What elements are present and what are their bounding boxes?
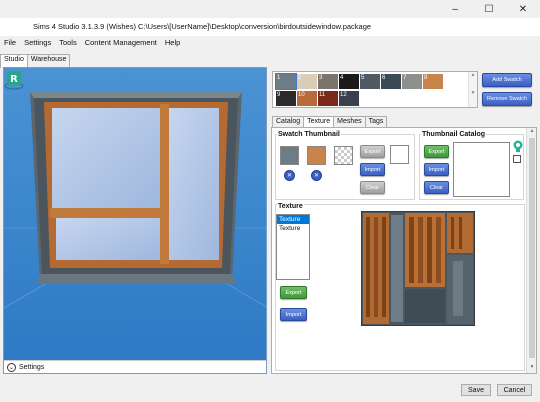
cancel-button[interactable]: Cancel [497,384,532,396]
clear-thumbnail-2-icon[interactable]: ✕ [311,170,322,181]
menu-file[interactable]: File [0,36,20,50]
swatch-7[interactable]: 7 [402,74,422,89]
add-swatch-button[interactable]: Add Swatch [482,73,532,87]
thumbnail-slot-3[interactable] [334,146,353,165]
tab-warehouse[interactable]: Warehouse [26,54,71,67]
3d-viewport[interactable]: R ⌄ Settings [3,67,267,374]
swatch-12[interactable]: 12 [339,91,359,106]
scrollbar-thumb[interactable] [529,138,535,358]
swatch-color-box[interactable] [390,145,409,164]
texture-preview-image [361,211,475,326]
swatch-thumbnail-title: Swatch Thumbnail [277,131,341,138]
swatch-import-button[interactable]: Import [360,163,385,176]
chevron-down-icon[interactable]: ⌄ [7,362,16,372]
texture-list[interactable]: Texture Texture [276,214,310,280]
menu-bar: File Settings Tools Content Management H… [0,36,540,50]
catalog-export-button[interactable]: Export [424,145,449,158]
catalog-import-button[interactable]: Import [424,163,449,176]
swatch-strip-scrollbar[interactable]: ▲ ▼ [468,72,477,107]
swatch-4[interactable]: 4 [339,74,359,89]
clear-thumbnail-1-icon[interactable]: ✕ [284,170,295,181]
swatch-thumbnail-group [275,134,415,200]
texture-tab-panel: Swatch Thumbnail ✕ ✕ Export Import Clear… [271,127,537,374]
texture-list-item[interactable]: Texture [277,215,309,224]
swatch-2[interactable]: 2 [297,74,317,89]
catalog-thumbnail-preview[interactable] [453,142,510,197]
r-logo-icon: R [4,71,24,90]
title-bar: Sims 4 Studio 3.1.3.9 (Wishes) C:\Users\… [0,18,540,36]
close-button[interactable]: ✕ [506,0,540,18]
save-button[interactable]: Save [461,384,491,396]
swatch-strip: 1 2 3 4 5 6 7 8 9 10 11 12 ▲ ▼ [272,71,478,108]
swatch-clear-button[interactable]: Clear [360,181,385,194]
minimize-button[interactable]: – [438,0,472,18]
swatch-6[interactable]: 6 [381,74,401,89]
catalog-clear-button[interactable]: Clear [424,181,449,194]
menu-help[interactable]: Help [161,36,184,50]
thumbnail-slot-2[interactable] [307,146,326,165]
texture-export-button[interactable]: Export [280,286,307,299]
logo-letter: R [10,74,18,85]
tab-studio[interactable]: Studio [0,54,28,68]
thumbnail-slot-1[interactable] [280,146,299,165]
window-controls: – ☐ ✕ [438,0,540,18]
menu-tools[interactable]: Tools [55,36,81,50]
main-tabs: Studio Warehouse [0,54,71,68]
swatch-10[interactable]: 10 [297,91,317,106]
maximize-button[interactable]: ☐ [472,0,506,18]
swatch-11[interactable]: 11 [318,91,338,106]
swatch-3[interactable]: 3 [318,74,338,89]
swatch-9[interactable]: 9 [276,91,296,106]
menu-content-management[interactable]: Content Management [81,36,161,50]
tab-panel-scrollbar[interactable]: ▲ ▼ [526,128,536,373]
swatch-8[interactable]: 8 [423,74,443,89]
swatch-1[interactable]: 1 [275,73,297,90]
settings-label: Settings [19,363,45,371]
window-title: Sims 4 Studio 3.1.3.9 (Wishes) C:\Users\… [33,22,372,31]
viewport-settings-bar[interactable]: ⌄ Settings [4,360,266,373]
window-model-preview [4,68,266,373]
texture-list-item[interactable]: Texture [277,224,309,233]
texture-title: Texture [277,203,304,210]
texture-import-button[interactable]: Import [280,308,307,321]
remove-swatch-button[interactable]: Remove Swatch [482,92,532,106]
swatch-export-button[interactable]: Export [360,145,385,158]
catalog-checkbox[interactable] [513,155,521,163]
lightbulb-icon[interactable] [512,140,524,153]
menu-settings[interactable]: Settings [20,36,55,50]
swatch-5[interactable]: 5 [360,74,380,89]
thumbnail-catalog-title: Thumbnail Catalog [421,131,486,138]
